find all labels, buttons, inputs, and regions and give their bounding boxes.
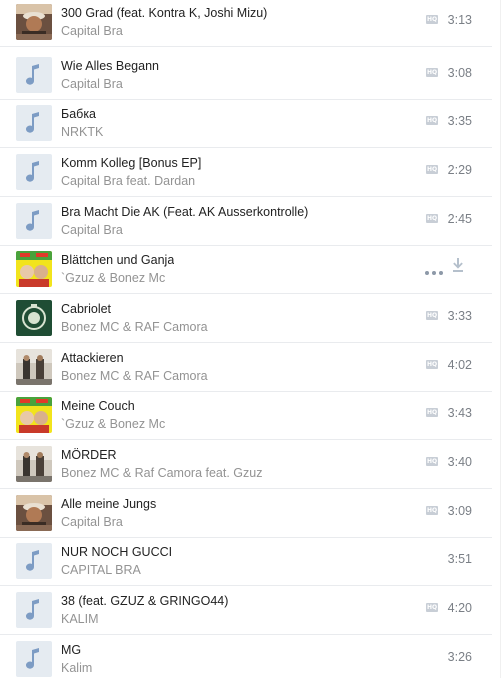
track-cover-placeholder[interactable] — [16, 592, 52, 628]
track-title: MÖRDER — [61, 448, 117, 462]
track-row[interactable]: Meine Couch `Gzuz & Bonez Mc HQ 3:43 — [0, 392, 492, 440]
album-art-icon — [16, 495, 52, 531]
track-title: Attackieren — [61, 351, 124, 365]
track-cover-placeholder[interactable] — [16, 641, 52, 677]
track-cover-art[interactable] — [16, 300, 52, 336]
track-cover-art[interactable] — [16, 349, 52, 385]
track-duration: 3:43 — [447, 406, 472, 420]
track-title: Meine Couch — [61, 399, 135, 413]
track-artist-link[interactable]: Capital Bra — [61, 515, 123, 529]
track-row[interactable]: MG Kalim 3:26 — [0, 636, 492, 684]
track-duration: 4:02 — [447, 358, 472, 372]
track-artist-link[interactable]: Capital Bra — [61, 223, 123, 237]
track-duration: 2:45 — [447, 212, 472, 226]
audio-list: 300 Grad (feat. Kontra K, Joshi Mizu) Cap… — [0, 0, 501, 678]
track-title: MG — [61, 643, 82, 657]
hq-badge-icon: HQ — [426, 457, 438, 466]
hq-badge-icon: HQ — [426, 165, 438, 174]
track-title: NUR NOCH GUCCI — [61, 545, 173, 559]
track-row[interactable]: Cabriolet Bonez MC & RAF Camora HQ 3:33 — [0, 295, 492, 343]
track-artist-link[interactable]: Bonez MC & RAF Camora — [61, 369, 208, 383]
track-title: Blättchen und Ganja — [61, 253, 175, 267]
track-title: Bra Macht Die AK (Feat. AK Ausserkontrol… — [61, 205, 309, 219]
track-artist-link[interactable]: CAPITAL BRA — [61, 563, 141, 577]
track-duration: 3:26 — [447, 650, 472, 664]
track-artist-link[interactable]: Bonez MC & RAF Camora — [61, 320, 208, 334]
track-title: Cabriolet — [61, 302, 112, 316]
track-cover-art[interactable] — [16, 446, 52, 482]
hq-badge-icon: HQ — [426, 311, 438, 320]
track-row[interactable]: MÖRDER Bonez MC & Raf Camora feat. Gzuz HQ… — [0, 441, 492, 489]
track-title: Бабка — [61, 107, 97, 121]
track-artist-link[interactable]: Bonez MC & Raf Camora feat. Gzuz — [61, 466, 262, 480]
track-title: 38 (feat. GZUZ & GRINGO44) — [61, 594, 229, 608]
track-artist-link[interactable]: Capital Bra — [61, 24, 123, 38]
music-note-icon — [26, 64, 39, 85]
hq-badge-icon: HQ — [426, 506, 438, 515]
track-row[interactable]: Attackieren Bonez MC & RAF Camora HQ 4:02 — [0, 344, 492, 392]
hq-badge-icon: HQ — [426, 603, 438, 612]
track-artist-link[interactable]: Kalim — [61, 661, 92, 675]
hq-badge-icon: HQ — [426, 214, 438, 223]
track-duration: 3:09 — [447, 504, 472, 518]
track-row[interactable]: Бабка NRKTK HQ 3:35 — [0, 100, 492, 148]
track-cover-placeholder[interactable] — [16, 154, 52, 190]
track-artist-link[interactable]: `Gzuz & Bonez Mc — [61, 271, 165, 285]
track-artist-link[interactable]: KALIM — [61, 612, 99, 626]
track-cover-art[interactable] — [16, 397, 52, 433]
track-artist-link[interactable]: Capital Bra feat. Dardan — [61, 174, 195, 188]
track-duration: 3:40 — [447, 455, 472, 469]
track-artist-link[interactable]: NRKTK — [61, 125, 103, 139]
album-art-icon — [16, 300, 52, 336]
track-duration: 3:51 — [447, 552, 472, 566]
track-duration: 3:08 — [447, 66, 472, 80]
music-note-icon — [26, 210, 39, 231]
track-duration: 3:35 — [447, 114, 472, 128]
track-duration: 3:13 — [447, 13, 472, 27]
music-note-icon — [26, 550, 39, 571]
track-artist-link[interactable]: Capital Bra — [61, 77, 123, 91]
track-row[interactable]: Komm Kolleg [Bonus EP] Capital Bra feat. … — [0, 149, 492, 197]
track-row[interactable]: NUR NOCH GUCCI CAPITAL BRA 3:51 — [0, 538, 492, 586]
music-note-icon — [26, 112, 39, 133]
track-row[interactable]: 38 (feat. GZUZ & GRINGO44) KALIM HQ 4:20 — [0, 587, 492, 635]
hq-badge-icon: HQ — [426, 116, 438, 125]
music-note-icon — [26, 599, 39, 620]
track-row[interactable]: Bra Macht Die AK (Feat. AK Ausserkontrol… — [0, 198, 492, 246]
track-title: Alle meine Jungs — [61, 497, 157, 511]
music-note-icon — [26, 648, 39, 669]
track-cover-placeholder[interactable] — [16, 543, 52, 579]
hq-badge-icon: HQ — [426, 360, 438, 369]
album-art-icon — [16, 4, 52, 40]
track-cover-art[interactable] — [16, 251, 52, 287]
hq-badge-icon: HQ — [426, 68, 438, 77]
track-row[interactable]: Alle meine Jungs Capital Bra HQ 3:09 — [0, 490, 492, 538]
track-title: 300 Grad (feat. Kontra K, Joshi Mizu) — [61, 6, 268, 20]
track-cover-art[interactable] — [16, 495, 52, 531]
track-row[interactable]: Wie Alles Begann Capital Bra HQ 3:08 — [0, 52, 492, 100]
hq-badge-icon: HQ — [426, 15, 438, 24]
track-duration: 3:33 — [447, 309, 472, 323]
track-title: Wie Alles Begann — [61, 59, 159, 73]
album-art-icon — [16, 397, 52, 433]
track-cover-placeholder[interactable] — [16, 203, 52, 239]
album-art-icon — [16, 251, 52, 287]
track-row[interactable]: Blättchen und Ganja `Gzuz & Bonez Mc — [0, 246, 492, 294]
track-cover-placeholder[interactable] — [16, 105, 52, 141]
album-art-icon — [16, 446, 52, 482]
album-art-icon — [16, 349, 52, 385]
track-title: Komm Kolleg [Bonus EP] — [61, 156, 202, 170]
hq-badge-icon: HQ — [426, 408, 438, 417]
track-duration: 4:20 — [447, 601, 472, 615]
track-duration: 2:29 — [447, 163, 472, 177]
more-actions-icon[interactable] — [424, 263, 444, 275]
track-cover-art[interactable] — [16, 4, 52, 40]
track-row[interactable]: 300 Grad (feat. Kontra K, Joshi Mizu) Cap… — [0, 0, 492, 47]
track-artist-link[interactable]: `Gzuz & Bonez Mc — [61, 417, 165, 431]
download-icon[interactable] — [452, 258, 464, 272]
music-note-icon — [26, 161, 39, 182]
track-cover-placeholder[interactable] — [16, 57, 52, 93]
